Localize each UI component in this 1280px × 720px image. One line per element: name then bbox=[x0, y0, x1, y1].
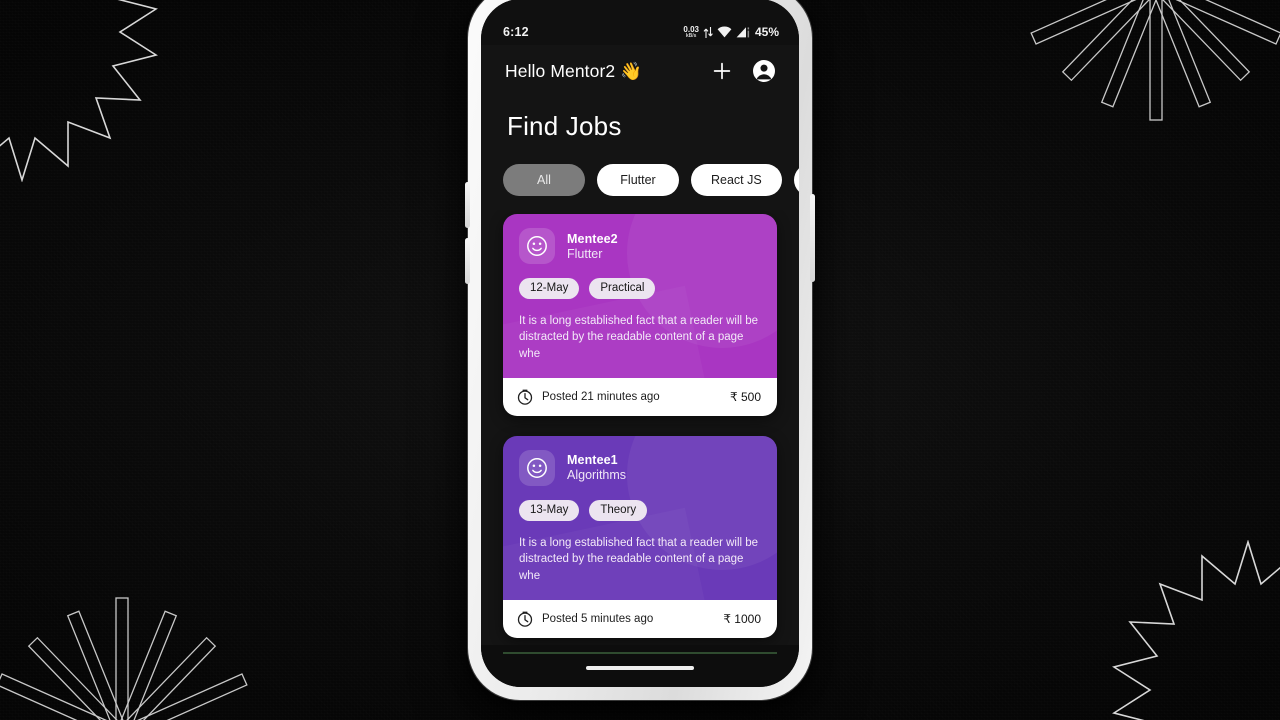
job-card[interactable]: Mentee2 Flutter 12-May Practical It is a… bbox=[503, 214, 777, 416]
app-header: Hello Mentor2 👋 bbox=[481, 45, 799, 97]
volume-down-button[interactable] bbox=[465, 238, 470, 284]
avatar bbox=[519, 228, 555, 264]
job-card-footer: Posted 5 minutes ago ₹ 1000 bbox=[503, 599, 777, 638]
job-tag-row: 12-May Practical bbox=[519, 278, 761, 299]
network-speed-indicator: 0.03 kB/s bbox=[683, 25, 699, 39]
phone-screen: 6:12 0.03 kB/s 45% Hello Mentor2 👋 Find … bbox=[481, 0, 799, 687]
smiley-face-icon bbox=[527, 458, 547, 478]
status-bar-indicators: 0.03 kB/s 45% bbox=[683, 25, 779, 39]
job-description: It is a long established fact that a rea… bbox=[519, 315, 759, 360]
power-button[interactable] bbox=[810, 194, 815, 282]
job-price: ₹ 500 bbox=[730, 389, 761, 404]
green-divider-line bbox=[503, 652, 777, 654]
job-posted-time: Posted 5 minutes ago bbox=[542, 612, 654, 625]
filter-chip-all[interactable]: All bbox=[503, 164, 585, 196]
profile-button[interactable] bbox=[751, 58, 777, 84]
filter-chip-react-js[interactable]: React JS bbox=[691, 164, 782, 196]
filter-chip-label: Flutter bbox=[620, 173, 656, 187]
job-card-header: Mentee2 Flutter bbox=[519, 228, 761, 264]
status-bar-clock: 6:12 bbox=[503, 25, 529, 39]
bottom-system-area bbox=[481, 645, 799, 687]
mentee-topic: Flutter bbox=[567, 246, 603, 261]
filter-chip-label: React JS bbox=[711, 173, 762, 187]
filter-chip-flutter[interactable]: Flutter bbox=[597, 164, 679, 196]
job-card-identity: Mentee2 Flutter bbox=[567, 232, 618, 261]
mentee-name: Mentee1 bbox=[567, 453, 618, 468]
page-title: Find Jobs bbox=[507, 111, 622, 141]
header-actions bbox=[709, 58, 777, 84]
job-card-body: Mentee2 Flutter 12-May Practical It is a… bbox=[503, 214, 777, 378]
battery-percentage: 45% bbox=[754, 25, 779, 39]
status-bar: 6:12 0.03 kB/s 45% bbox=[481, 0, 799, 45]
job-card[interactable]: Mentee1 Algorithms 13-May Theory It is a… bbox=[503, 435, 777, 638]
job-card-body: Mentee1 Algorithms 13-May Theory It is a… bbox=[503, 435, 777, 600]
smiley-face-icon bbox=[527, 236, 547, 256]
job-card-header: Mentee1 Algorithms bbox=[519, 449, 761, 486]
volume-up-button[interactable] bbox=[465, 182, 470, 228]
job-posted-group: Posted 21 minutes ago bbox=[517, 389, 660, 405]
phone-device-frame: 6:12 0.03 kB/s 45% Hello Mentor2 👋 Find … bbox=[465, 0, 815, 700]
filter-chip-row: All Flutter React JS A bbox=[481, 152, 799, 210]
mentee-name: Mentee2 bbox=[567, 231, 618, 246]
job-description: It is a long established fact that a rea… bbox=[519, 536, 759, 582]
filter-chip-label: All bbox=[537, 173, 551, 187]
job-posted-group: Posted 5 minutes ago bbox=[517, 611, 653, 627]
job-price: ₹ 1000 bbox=[723, 611, 761, 626]
plus-icon bbox=[713, 62, 731, 80]
filter-chip-truncated[interactable]: A bbox=[793, 164, 799, 196]
job-date-tag: 13-May bbox=[519, 499, 580, 521]
job-tag-row: 13-May Theory bbox=[519, 499, 761, 521]
job-card-identity: Mentee1 Algorithms bbox=[567, 453, 626, 482]
data-transfer-icon bbox=[703, 26, 713, 38]
greeting-text: Hello Mentor2 👋 bbox=[505, 60, 643, 81]
job-card-footer: Posted 21 minutes ago ₹ 500 bbox=[503, 377, 777, 416]
network-speed-unit: kB/s bbox=[685, 32, 697, 39]
clock-icon bbox=[517, 389, 533, 405]
cellular-signal-icon bbox=[736, 27, 750, 38]
job-type-tag: Theory bbox=[589, 499, 648, 521]
account-circle-icon bbox=[753, 60, 775, 82]
job-type-tag: Practical bbox=[589, 278, 656, 299]
avatar bbox=[519, 449, 555, 486]
job-posted-time: Posted 21 minutes ago bbox=[542, 390, 660, 403]
mentee-topic: Algorithms bbox=[567, 468, 627, 483]
home-indicator[interactable] bbox=[586, 666, 694, 670]
job-date-tag: 12-May bbox=[519, 278, 580, 299]
add-job-button[interactable] bbox=[709, 58, 735, 84]
clock-icon bbox=[517, 611, 533, 627]
job-list: Mentee2 Flutter 12-May Practical It is a… bbox=[481, 210, 799, 645]
wifi-icon bbox=[717, 26, 732, 38]
